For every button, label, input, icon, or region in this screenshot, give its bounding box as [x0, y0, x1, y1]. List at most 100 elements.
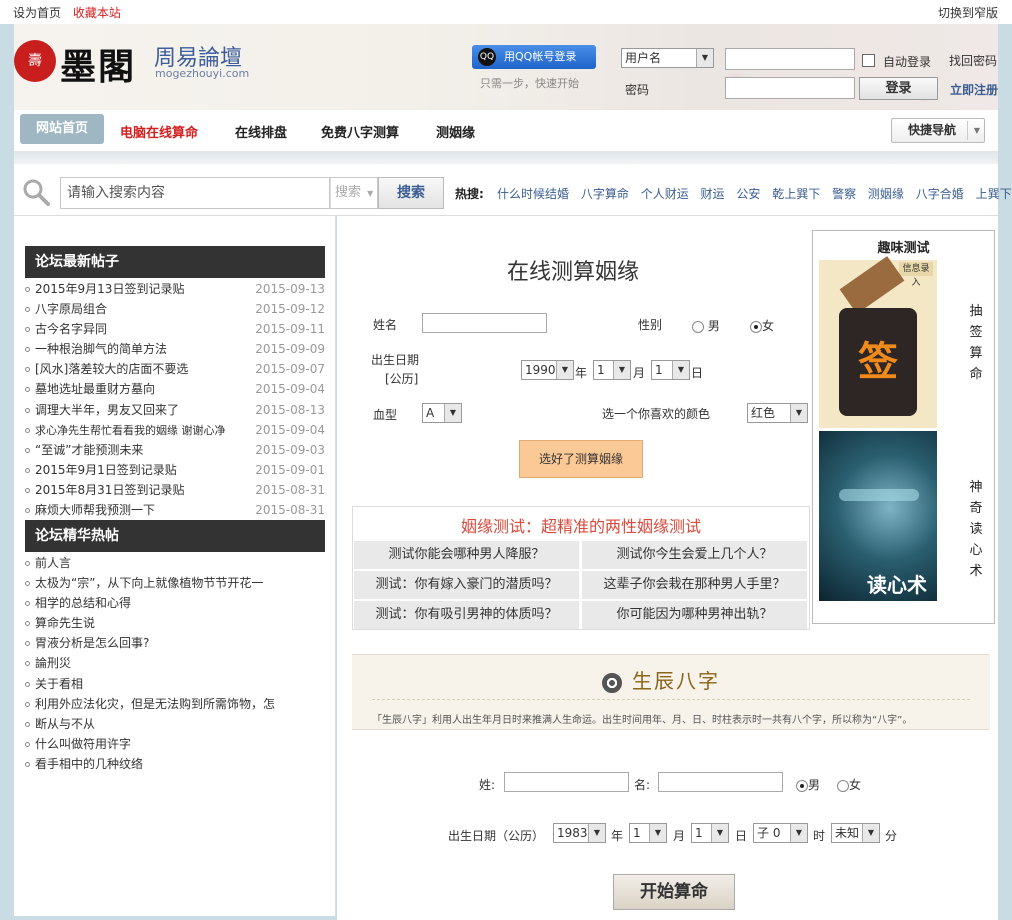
radio-male[interactable] — [692, 320, 704, 333]
bazi-gender-female[interactable]: 女 — [837, 776, 861, 793]
username-type-select[interactable]: 用户名 ▼ — [621, 48, 714, 68]
blood-select[interactable]: A ▼ — [422, 403, 462, 423]
list-item[interactable]: 胃液分析是怎么回事? — [25, 633, 325, 653]
hot-search-item[interactable]: 测姻缘 — [868, 187, 904, 201]
post-title[interactable]: 一种根治脚气的简单方法 — [35, 342, 167, 356]
mind-reading-image[interactable]: 读心术 — [819, 431, 937, 601]
hot-search-item[interactable]: 八字合婚 — [916, 187, 964, 201]
bazi-hour-select[interactable]: 子 0 ▼ — [753, 823, 808, 843]
radio-female[interactable] — [750, 320, 762, 333]
list-item[interactable]: 调理大半年，男友又回来了 2015-08-13 — [25, 400, 325, 420]
fortune-stick-label[interactable]: 抽签算命 — [969, 301, 983, 385]
list-item[interactable]: 相学的总结和心得 — [25, 593, 325, 613]
hot-search-item[interactable]: 财运 — [701, 187, 725, 201]
list-item[interactable]: 算命先生说 — [25, 613, 325, 633]
post-title[interactable]: 求心净先生帮忙看看我的姻缘 谢谢心净 — [35, 424, 226, 437]
logo-main-text[interactable]: 墨閣 — [60, 38, 136, 90]
radio-male[interactable] — [796, 779, 808, 792]
hot-search-item[interactable]: 乾上巽下 — [772, 187, 820, 201]
post-title[interactable]: 算命先生说 — [35, 616, 95, 630]
post-title[interactable]: 2015年9月13日签到记录贴 — [35, 282, 184, 296]
list-item[interactable]: 前人言 — [25, 553, 325, 573]
hot-search-item[interactable]: 公安 — [736, 187, 760, 201]
love-test-link[interactable]: 测试你今生会爱上几个人？ — [582, 541, 807, 569]
list-item[interactable]: 利用外应法化灾，但是无法购到所需饰物，怎 — [25, 694, 325, 714]
list-item[interactable]: 断从与不从 — [25, 714, 325, 734]
list-item[interactable]: 求心净先生帮忙看看我的姻缘 谢谢心净 2015-09-04 — [25, 419, 325, 440]
favorite-link[interactable]: 收藏本站 — [73, 6, 121, 20]
nav-home[interactable]: 网站首页 — [20, 114, 104, 144]
list-item[interactable]: 八字原局组合 2015-09-12 — [25, 299, 325, 319]
post-title[interactable]: 胃液分析是怎么回事? — [35, 636, 149, 650]
mind-reading-label[interactable]: 神奇读心术 — [969, 477, 983, 582]
quick-nav-button[interactable]: 快捷导航 ▼ — [891, 118, 985, 143]
fortune-stick-image[interactable]: 信息录入 签 — [819, 256, 937, 428]
bazi-month-select[interactable]: 1 ▼ — [629, 823, 667, 843]
post-title[interactable]: 論刑災 — [35, 656, 71, 670]
love-test-link[interactable]: 测试你能会哪种男人降服？ — [354, 541, 579, 569]
qq-login-button[interactable]: QQ 用QQ帐号登录 — [472, 45, 596, 69]
post-title[interactable]: 前人言 — [35, 556, 71, 570]
list-item[interactable]: 2015年8月31日签到记录贴 2015-08-31 — [25, 480, 325, 500]
post-title[interactable]: 古今名字异同 — [35, 322, 107, 336]
post-title[interactable]: “至诚”才能预测未来 — [35, 443, 143, 457]
post-title[interactable]: 看手相中的几种纹络 — [35, 757, 143, 771]
start-fortune-button[interactable]: 开始算命 — [613, 874, 735, 910]
nav-free-bazi[interactable]: 免费八字测算 — [321, 122, 399, 141]
password-input[interactable] — [725, 77, 855, 99]
post-title[interactable]: 利用外应法化灾，但是无法购到所需饰物，怎 — [35, 697, 275, 711]
post-title[interactable]: 2015年9月1日签到记录贴 — [35, 463, 177, 477]
post-title[interactable]: 调理大半年，男友又回来了 — [35, 403, 179, 417]
bazi-year-select[interactable]: 1983 ▼ — [553, 823, 606, 843]
post-title[interactable]: 八字原局组合 — [35, 302, 107, 316]
love-test-link[interactable]: 你可能因为哪种男神出轨？ — [582, 601, 807, 629]
hot-search-item[interactable]: 八字算命 — [581, 187, 629, 201]
login-button[interactable]: 登录 — [859, 77, 938, 100]
color-select[interactable]: 红色 ▼ — [747, 403, 808, 423]
post-title[interactable]: [风水]落差较大的店面不要选 — [35, 362, 188, 376]
post-title[interactable]: 墓地选址最重财方墓向 — [35, 382, 155, 396]
post-title[interactable]: 麻烦大师帮我预测一下 — [35, 503, 155, 517]
love-test-link[interactable]: 测试：你有吸引男神的体质吗？ — [354, 601, 579, 629]
nav-online-chart[interactable]: 在线排盘 — [235, 122, 287, 141]
love-test-link[interactable]: 这辈子你会栽在那种男人手里？ — [582, 571, 807, 599]
gender-male[interactable]: 男 — [692, 317, 720, 334]
auto-login-checkbox[interactable] — [862, 54, 875, 67]
post-title[interactable]: 相学的总结和心得 — [35, 596, 131, 610]
post-title[interactable]: 太极为“宗”，从下向上就像植物节节开花一 — [35, 576, 263, 590]
search-button[interactable]: 搜索 — [378, 177, 444, 209]
hot-search-item[interactable]: 警察 — [832, 187, 856, 201]
list-item[interactable]: 太极为“宗”，从下向上就像植物节节开花一 — [25, 573, 325, 593]
list-item[interactable]: 看手相中的几种纹络 — [25, 754, 325, 774]
list-item[interactable]: 2015年9月13日签到记录贴 2015-09-13 — [25, 279, 325, 299]
bazi-day-select[interactable]: 1 ▼ — [691, 823, 729, 843]
search-type-select[interactable]: 搜索 ▼ — [330, 177, 378, 209]
list-item[interactable]: 2015年9月1日签到记录贴 2015-09-01 — [25, 460, 325, 480]
list-item[interactable]: 麻烦大师帮我预测一下 2015-08-31 — [25, 500, 325, 520]
list-item[interactable]: 古今名字异同 2015-09-11 — [25, 319, 325, 339]
birth-month-select[interactable]: 1 ▼ — [593, 360, 631, 380]
given-name-input[interactable] — [658, 772, 783, 792]
birth-year-select[interactable]: 1990 ▼ — [521, 360, 574, 380]
hot-search-item[interactable]: 什么时候结婚 — [497, 187, 569, 201]
set-home-link[interactable]: 设为首页 — [13, 6, 61, 20]
list-item[interactable]: [风水]落差较大的店面不要选 2015-09-07 — [25, 359, 325, 379]
birth-day-select[interactable]: 1 ▼ — [651, 360, 690, 380]
bazi-minute-select[interactable]: 未知 ▼ — [831, 823, 880, 843]
calculate-marriage-button[interactable]: 选好了测算姻缘 — [519, 440, 643, 478]
list-item[interactable]: 什么叫做符用许字 — [25, 734, 325, 754]
radio-female[interactable] — [837, 779, 849, 792]
find-password-link[interactable]: 找回密码 — [949, 52, 997, 69]
post-title[interactable]: 断从与不从 — [35, 717, 95, 731]
search-input[interactable]: 请输入搜索内容 — [60, 177, 330, 209]
nav-marriage[interactable]: 测姻缘 — [436, 122, 475, 141]
list-item[interactable]: 墓地选址最重财方墓向 2015-09-04 — [25, 379, 325, 399]
list-item[interactable]: 論刑災 — [25, 653, 325, 673]
gender-female[interactable]: 女 — [750, 317, 774, 334]
nav-online-fortune[interactable]: 电脑在线算命 — [120, 122, 198, 141]
list-item[interactable]: “至诚”才能预测未来 2015-09-03 — [25, 440, 325, 460]
list-item[interactable]: 关于看相 — [25, 674, 325, 694]
love-test-title[interactable]: 姻缘测试：超精准的两性姻缘测试 — [353, 513, 809, 537]
love-test-link[interactable]: 测试：你有嫁入豪门的潜质吗？ — [354, 571, 579, 599]
bazi-gender-male[interactable]: 男 — [796, 776, 820, 793]
